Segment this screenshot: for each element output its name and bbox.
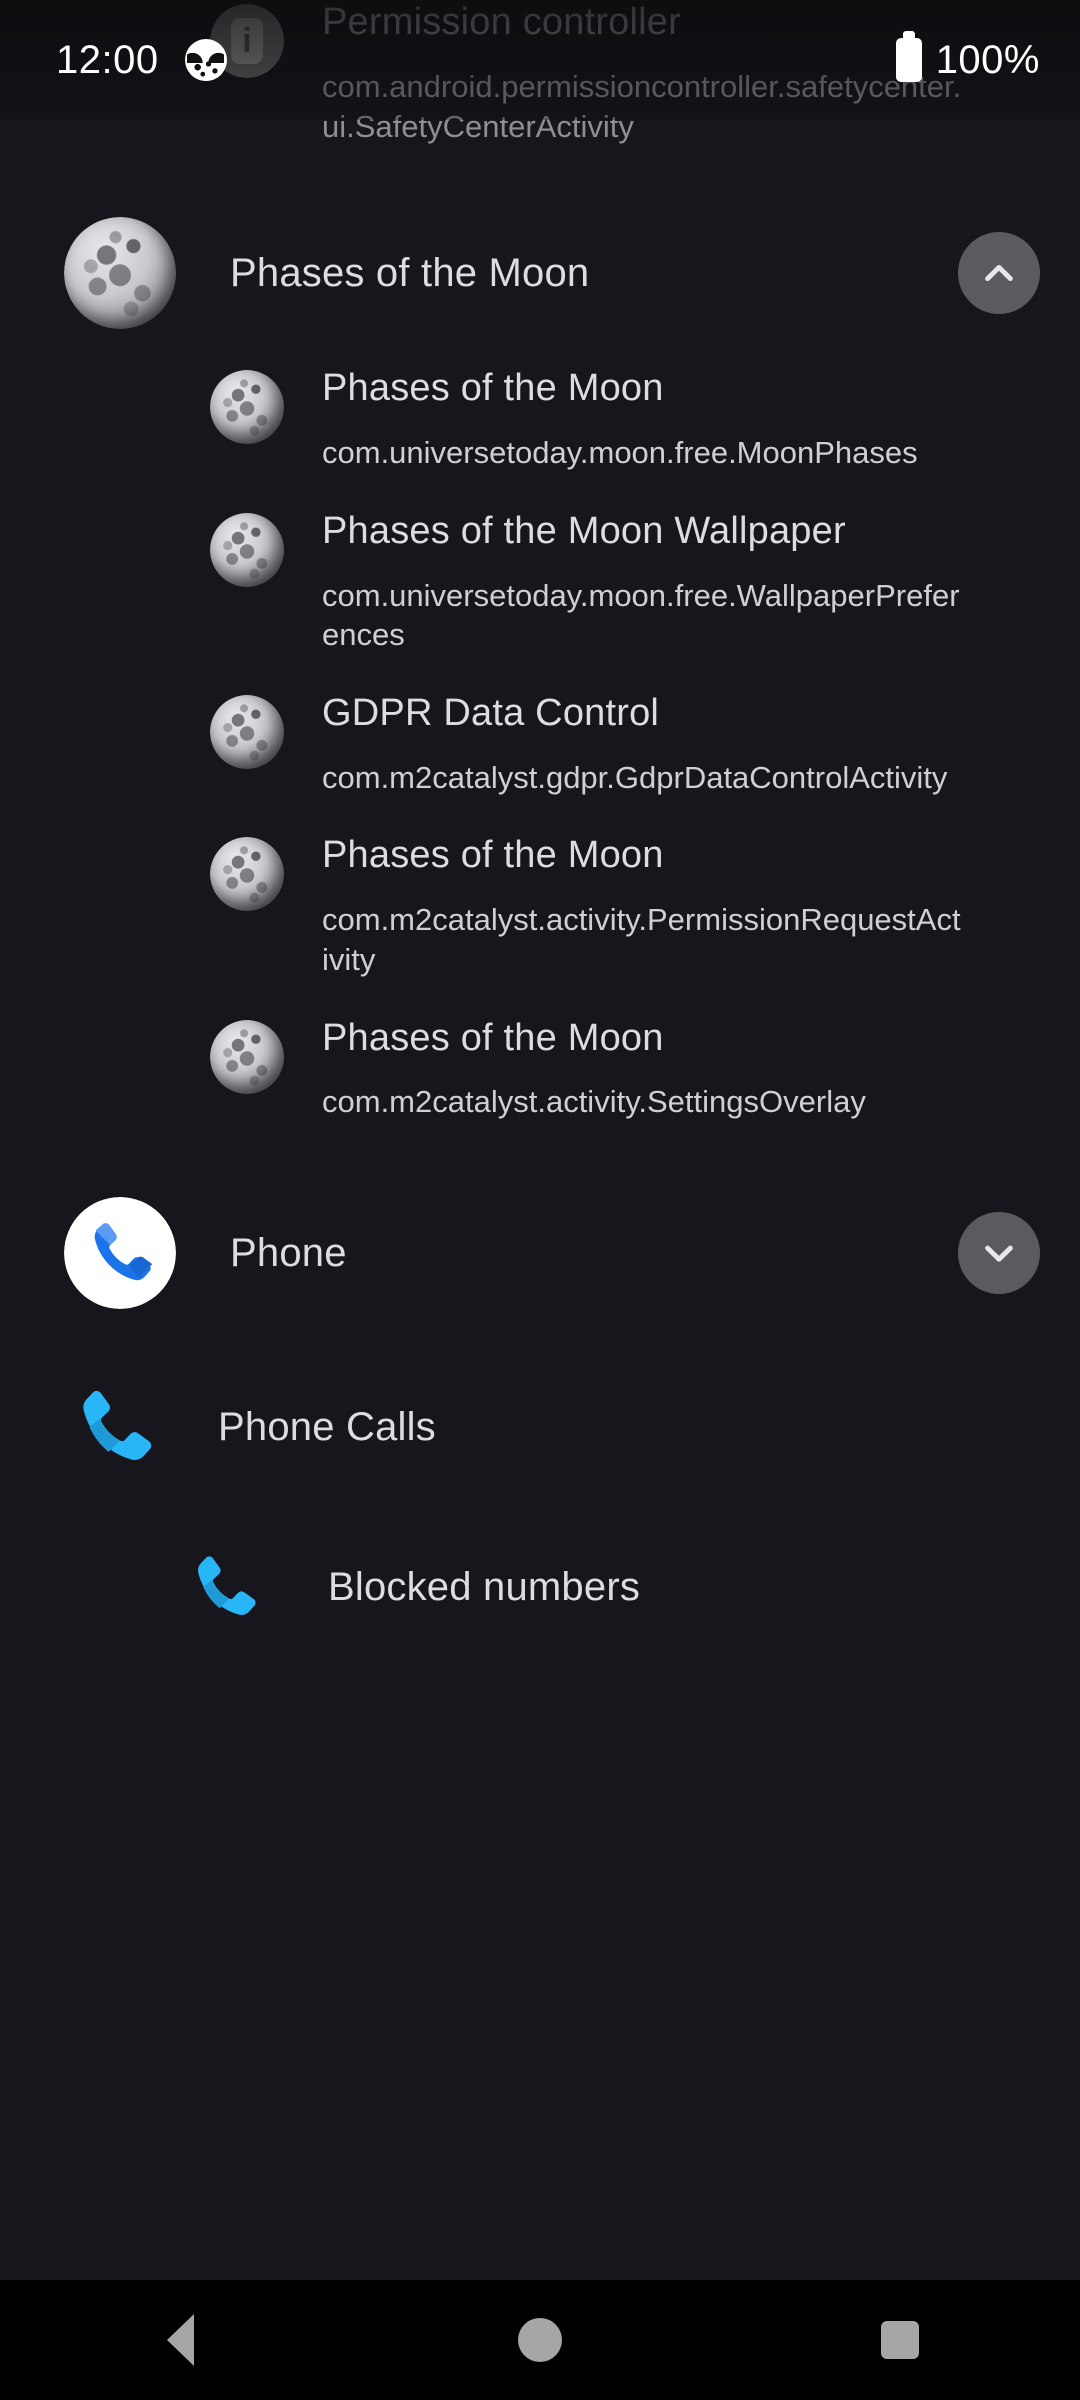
chevron-down-icon[interactable]	[958, 1212, 1040, 1295]
navigation-bar	[0, 2280, 1080, 2400]
home-icon[interactable]	[450, 2280, 630, 2400]
list-item-title: Permission controller	[322, 1, 681, 43]
moon-icon	[210, 837, 284, 912]
phone-app-icon	[64, 1197, 176, 1310]
list-item-label: Phone Calls	[218, 1404, 436, 1449]
phone-handset-icon	[64, 1381, 164, 1473]
list-item-blocked-numbers[interactable]: Blocked numbers	[0, 1512, 1080, 1662]
list-item-subtitle: com.universetoday.moon.free.MoonPhases	[322, 435, 918, 470]
list-item-phone-calls[interactable]: Phone Calls	[0, 1352, 1080, 1502]
phone-handset-icon	[174, 1548, 274, 1626]
list-item[interactable]: Phases of the Moon com.m2catalyst.activi…	[0, 998, 1080, 1141]
list-item-label: Blocked numbers	[328, 1564, 641, 1609]
list-item-title: Phases of the Moon Wallpaper	[322, 509, 846, 552]
list-item-subtitle: com.android.permissioncontroller.safetyc…	[322, 68, 962, 144]
list-item[interactable]: Phases of the Moon com.universetoday.moo…	[0, 348, 1080, 491]
permission-controller-icon: i	[210, 4, 284, 78]
list-item-title: Phases of the Moon	[322, 834, 664, 877]
moon-icon	[210, 694, 284, 769]
list-item[interactable]: i Permission controller com.android.perm…	[0, 0, 1080, 152]
list-item[interactable]: GDPR Data Control com.m2catalyst.gdpr.Gd…	[0, 673, 1080, 816]
list-item-title: Phases of the Moon	[322, 1016, 664, 1059]
list-item-subtitle: com.m2catalyst.activity.SettingsOverlay	[322, 1084, 866, 1120]
chevron-up-icon[interactable]	[958, 232, 1040, 315]
back-icon[interactable]	[90, 2280, 270, 2400]
list-item-subtitle: com.m2catalyst.activity.PermissionReques…	[322, 902, 961, 977]
list-item-subtitle: com.m2catalyst.gdpr.GdprDataControlActiv…	[322, 759, 948, 795]
recents-icon[interactable]	[810, 2280, 990, 2400]
group-header-phases-of-the-moon[interactable]: Phases of the Moon	[0, 198, 1080, 348]
activity-list[interactable]: i Permission controller com.android.perm…	[0, 0, 1080, 2280]
list-item[interactable]: Phases of the Moon com.m2catalyst.activi…	[0, 815, 1080, 997]
list-item-title: Phases of the Moon	[322, 367, 664, 410]
moon-icon	[64, 217, 176, 330]
moon-icon	[210, 512, 284, 587]
list-item-subtitle: com.universetoday.moon.free.WallpaperPre…	[322, 577, 960, 653]
list-item[interactable]: Phases of the Moon Wallpaper com.univers…	[0, 491, 1080, 673]
group-label: Phone	[230, 1230, 347, 1275]
moon-icon	[210, 370, 284, 445]
group-header-phone[interactable]: Phone	[0, 1178, 1080, 1328]
list-item-title: GDPR Data Control	[322, 691, 660, 734]
moon-icon	[210, 1019, 284, 1094]
group-label: Phases of the Moon	[230, 250, 590, 295]
